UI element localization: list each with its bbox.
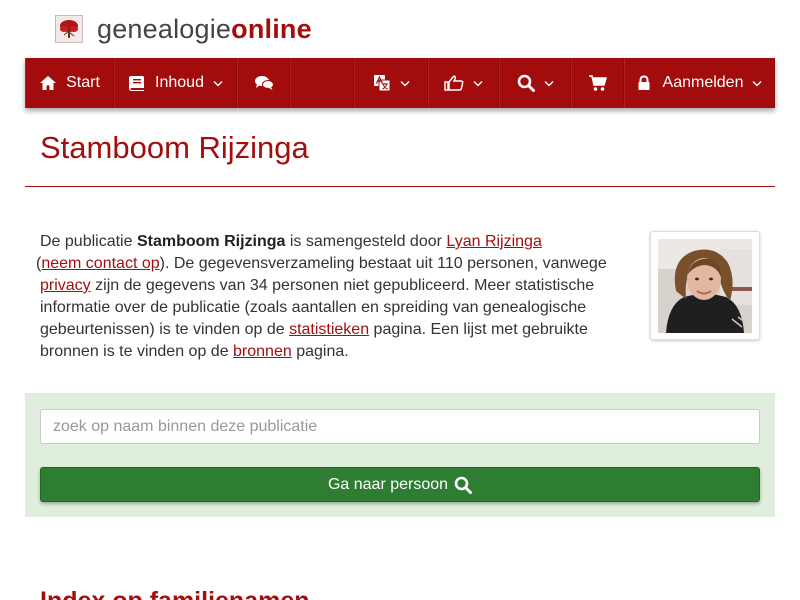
- thumbs-up-icon: [444, 75, 464, 91]
- nav-chat[interactable]: [237, 58, 290, 108]
- nav-contents-label: Inhoud: [155, 74, 204, 91]
- publication-name: Stamboom Rijzinga: [136, 233, 286, 250]
- home-icon: [39, 75, 57, 91]
- person-search-panel: Ga naar persoon: [25, 393, 775, 517]
- title-divider: [25, 186, 775, 187]
- nav-login-dropdown[interactable]: Aanmelden: [624, 58, 775, 108]
- intro-text: pagina.: [291, 343, 349, 360]
- tree-logo-icon[interactable]: [55, 15, 83, 43]
- nav-share-dropdown[interactable]: [428, 58, 499, 108]
- intro-text: is samengesteld door: [285, 233, 447, 250]
- site-name-part2: online: [231, 14, 312, 44]
- intro-text: ). De gegevensverzameling bestaat uit 11…: [159, 255, 607, 272]
- nav-contents-dropdown[interactable]: Inhoud: [114, 58, 237, 108]
- nav-cart[interactable]: [571, 58, 624, 108]
- sources-link[interactable]: bronnen: [233, 343, 292, 360]
- go-to-person-button[interactable]: Ga naar persoon: [40, 467, 760, 502]
- lock-icon: [637, 75, 651, 91]
- site-header: genealogieonline: [55, 13, 312, 45]
- chat-icon: [254, 75, 274, 91]
- chevron-down-icon: [752, 74, 762, 92]
- go-to-person-label: Ga naar persoon: [327, 475, 449, 493]
- nav-language-dropdown[interactable]: [354, 58, 428, 108]
- nav-home-label: Start: [66, 74, 100, 91]
- page-title: Stamboom Rijzinga: [40, 130, 309, 165]
- privacy-link[interactable]: privacy: [40, 277, 91, 294]
- search-icon: [454, 476, 473, 494]
- person-search-input[interactable]: [40, 409, 760, 444]
- family-index-heading: Index op familienamen: [40, 586, 310, 600]
- author-avatar[interactable]: [650, 231, 760, 340]
- chevron-down-icon: [213, 74, 223, 92]
- statistics-link[interactable]: statistieken: [289, 321, 369, 338]
- publication-intro: De publicatie Stamboom Rijzinga is samen…: [36, 231, 620, 363]
- translate-icon: [373, 74, 391, 92]
- chevron-down-icon: [400, 74, 410, 92]
- intro-text: De publicatie: [40, 233, 137, 250]
- book-icon: [128, 75, 146, 91]
- nav-search-dropdown[interactable]: [499, 58, 571, 108]
- chevron-down-icon: [544, 74, 554, 92]
- author-link[interactable]: Lyan Rijzinga: [446, 233, 541, 250]
- cart-icon: [588, 74, 608, 92]
- chevron-down-icon: [473, 74, 483, 92]
- nav-home[interactable]: Start: [25, 58, 114, 108]
- search-icon: [517, 74, 535, 92]
- site-name-part1: genealogie: [97, 14, 232, 44]
- nav-login-label: Aanmelden: [662, 74, 744, 91]
- site-name[interactable]: genealogieonline: [97, 13, 312, 45]
- nav-spacer: [290, 58, 354, 108]
- avatar-photo: [658, 238, 752, 333]
- contact-link[interactable]: neem contact op: [41, 255, 159, 272]
- main-navbar: Start Inhoud Aanmelden: [25, 58, 775, 108]
